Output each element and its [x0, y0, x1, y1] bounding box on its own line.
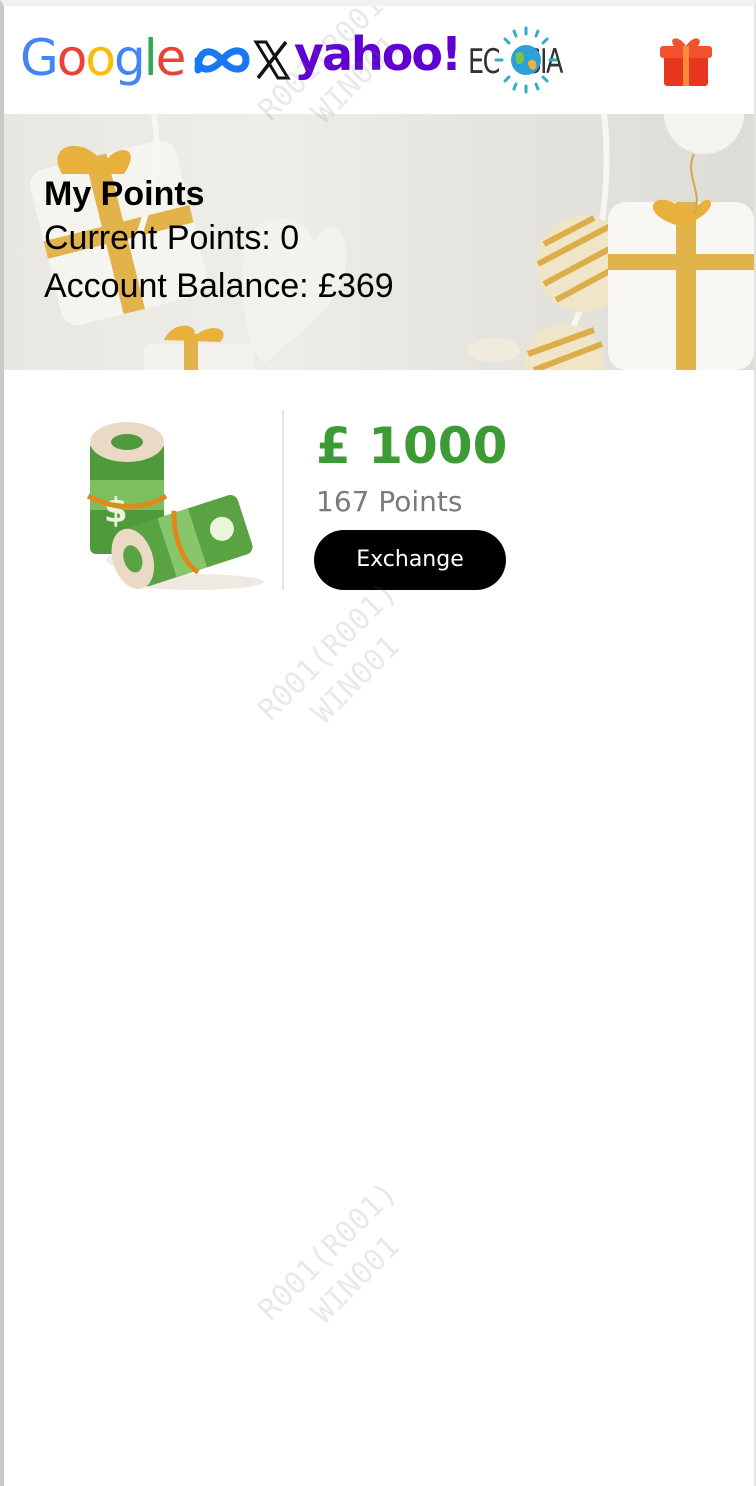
account-balance: Account Balance: £369 — [44, 267, 394, 305]
exchange-button[interactable]: Exchange — [314, 530, 506, 590]
svg-text:$: $ — [104, 491, 128, 531]
header-bar: Google yahoo! EC SIA — [4, 6, 754, 114]
points-summary: My Points Current Points: 0 Account Bala… — [44, 174, 394, 310]
reward-item: $ £ 1000 167 Points Exchange — [4, 386, 754, 626]
divider — [282, 410, 284, 590]
google-logo[interactable]: Google — [20, 28, 186, 88]
reward-amount: £ 1000 — [316, 417, 508, 475]
globe-icon — [494, 26, 558, 94]
app-frame: Google yahoo! EC SIA My Points Current P… — [0, 0, 756, 1486]
watermark-line-2: WIN001 — [305, 1229, 407, 1331]
meta-logo[interactable] — [192, 40, 252, 80]
points-banner: My Points Current Points: 0 Account Bala… — [4, 114, 754, 370]
page-title: My Points — [44, 175, 205, 213]
watermark-line-1: R001(R001) — [251, 1175, 405, 1328]
ecosia-logo[interactable]: EC SIA — [468, 20, 588, 100]
current-points: Current Points: 0 — [44, 219, 300, 257]
yahoo-logo[interactable]: yahoo! — [294, 24, 462, 84]
x-logo[interactable] — [252, 38, 292, 82]
watermark: R001(R001) WIN001 — [250, 1174, 434, 1358]
gift-icon[interactable] — [656, 30, 716, 90]
reward-points-cost: 167 Points — [316, 485, 463, 518]
money-rolls-icon: $ — [86, 422, 264, 590]
